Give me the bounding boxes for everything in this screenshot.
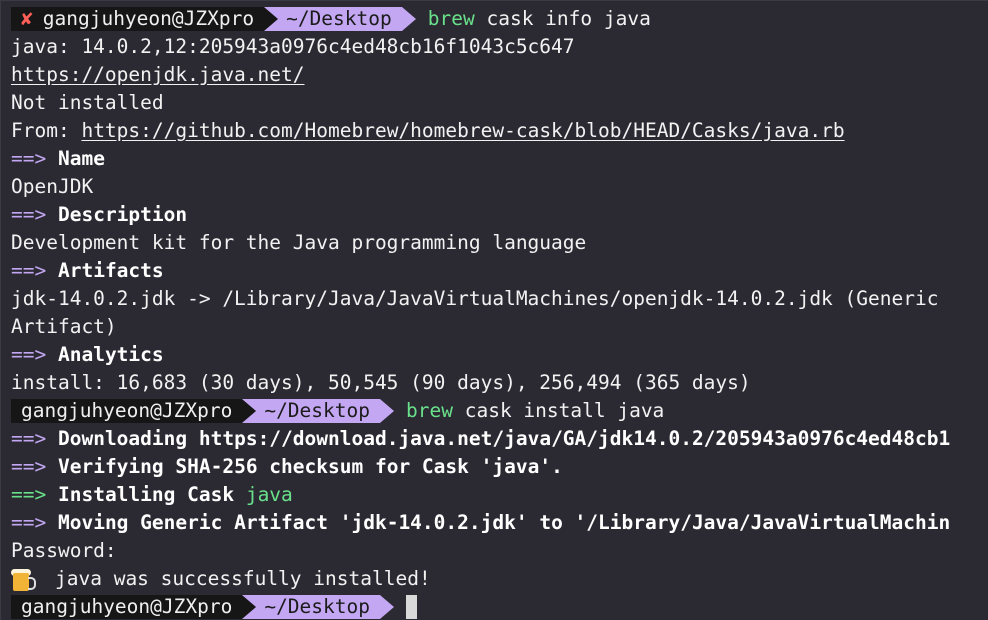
prompt-user-segment: ✘ gangjuhyeon@JZXpro	[11, 7, 265, 31]
prompt-user-segment: gangjuhyeon@JZXpro	[11, 595, 243, 619]
section-title: Analytics	[57, 343, 164, 366]
install-downloading-text: Downloading https://download.java.net/ja…	[57, 427, 951, 450]
output-artifacts-1: jdk-14.0.2.jdk -> /Library/Java/JavaVirt…	[11, 287, 939, 310]
install-installing: ==> Installing Cask java	[1, 481, 988, 509]
install-password-prompt: Password:	[11, 539, 117, 562]
powerline-end-icon	[380, 399, 394, 423]
prompt-path-segment: ~/Desktop	[256, 399, 380, 423]
command-binary: brew	[406, 399, 453, 422]
text-cursor[interactable]	[406, 595, 417, 619]
prompt-user-host: gangjuhyeon@JZXpro	[21, 595, 233, 618]
output-status: Not installed	[11, 91, 164, 114]
command-text: brew cask install java	[406, 397, 664, 425]
command-args: cask install java	[464, 399, 665, 422]
powerline-separator-icon	[264, 7, 279, 31]
powerline-separator-icon	[242, 399, 257, 423]
section-arrow: ==>	[11, 259, 47, 282]
install-downloading: ==> Downloading https://download.java.ne…	[1, 425, 988, 453]
powerline-separator-icon	[242, 595, 257, 619]
section-arrow: ==>	[11, 427, 47, 450]
prompt-user-host: gangjuhyeon@JZXpro	[21, 399, 233, 422]
terminal-window[interactable]: ✘ gangjuhyeon@JZXpro ~/Desktop brew cask i…	[0, 0, 988, 620]
powerline-end-icon	[380, 595, 394, 619]
output-artifacts-2: Artifact)	[11, 315, 117, 338]
prompt-path-segment: ~/Desktop	[256, 595, 380, 619]
output-name: OpenJDK	[11, 175, 94, 198]
section-analytics-header: ==> Analytics	[1, 341, 988, 369]
prompt-line-1: ✘ gangjuhyeon@JZXpro ~/Desktop brew cask i…	[1, 5, 988, 33]
install-verifying: ==> Verifying SHA-256 checksum for Cask …	[1, 453, 988, 481]
prompt-line-3: gangjuhyeon@JZXpro ~/Desktop	[1, 593, 988, 620]
powerline-end-icon	[401, 7, 416, 31]
install-moving: ==> Moving Generic Artifact 'jdk-14.0.2.…	[1, 509, 988, 537]
command-binary: brew	[427, 7, 475, 30]
section-title: Description	[57, 203, 188, 226]
install-success-text: java was successfully installed!	[55, 567, 431, 590]
section-arrow-green: ==>	[11, 483, 47, 506]
section-name-header: ==> Name	[1, 145, 988, 173]
beer-mug-icon	[11, 568, 37, 591]
output-homepage-line: https://openjdk.java.net/	[1, 61, 988, 89]
section-arrow: ==>	[11, 343, 47, 366]
prompt-line-2: gangjuhyeon@JZXpro ~/Desktop brew cask in…	[1, 397, 988, 425]
from-label: From:	[11, 119, 82, 142]
prompt-user-host: gangjuhyeon@JZXpro	[42, 7, 255, 30]
section-artifacts-header: ==> Artifacts	[1, 257, 988, 285]
section-arrow: ==>	[11, 203, 47, 226]
section-title: Name	[57, 147, 105, 170]
section-title: Artifacts	[57, 259, 164, 282]
error-x-icon: ✘	[21, 7, 33, 30]
command-args: cask info java	[486, 7, 651, 30]
install-success-line: java was successfully installed!	[1, 565, 988, 593]
prompt-path-segment: ~/Desktop	[278, 7, 402, 31]
section-arrow: ==>	[11, 511, 47, 534]
output-description: Development kit for the Java programming…	[11, 231, 587, 254]
install-verifying-text: Verifying SHA-256 checksum for Cask 'jav…	[57, 455, 563, 478]
output-from-line: From: https://github.com/Homebrew/homebr…	[1, 117, 988, 145]
from-link[interactable]: https://github.com/Homebrew/homebrew-cas…	[81, 119, 844, 142]
install-cask-name: java	[245, 483, 293, 506]
install-installing-text: Installing Cask	[57, 483, 246, 506]
section-arrow: ==>	[11, 455, 47, 478]
homepage-link[interactable]: https://openjdk.java.net/	[11, 63, 305, 86]
section-arrow: ==>	[11, 147, 47, 170]
output-version: java: 14.0.2,12:205943a0976c4ed48cb16f10…	[11, 35, 575, 58]
install-moving-text: Moving Generic Artifact 'jdk-14.0.2.jdk'…	[57, 511, 951, 534]
command-text: brew cask info java	[428, 5, 651, 33]
prompt-user-segment: gangjuhyeon@JZXpro	[11, 399, 243, 423]
output-analytics: install: 16,683 (30 days), 50,545 (90 da…	[11, 371, 751, 394]
section-description-header: ==> Description	[1, 201, 988, 229]
